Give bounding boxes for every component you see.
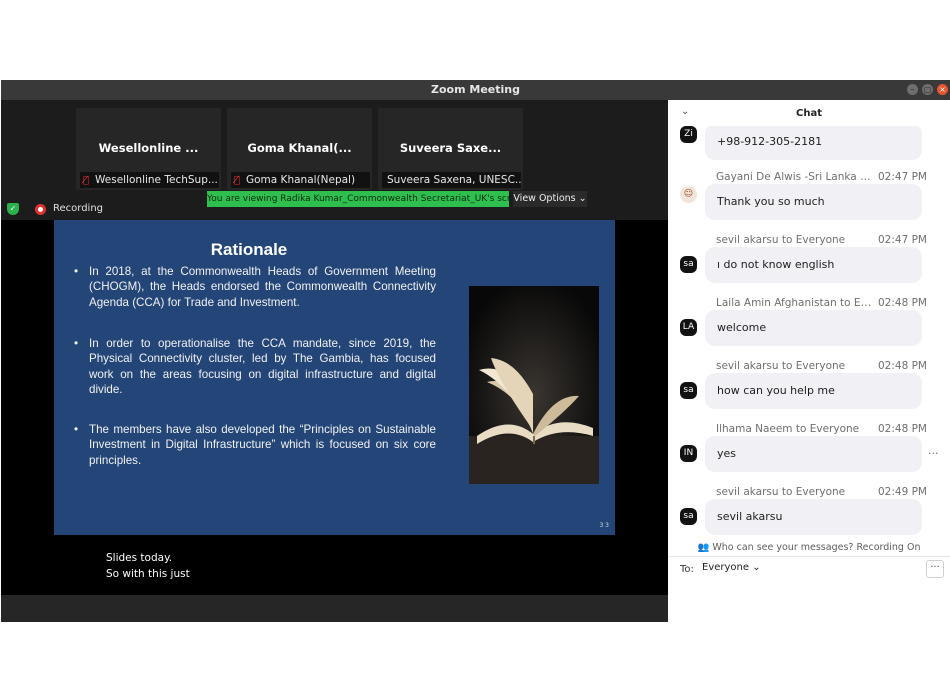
close-button[interactable]: × — [937, 84, 948, 95]
avatar: sa — [680, 508, 697, 525]
avatar: sa — [680, 382, 697, 399]
bullet-icon: • — [74, 423, 79, 436]
chevron-down-icon: ⌄ — [578, 193, 587, 204]
chat-time: 02:47 PM — [878, 171, 927, 183]
participant-name: Goma Khanal(... — [247, 141, 352, 155]
participant-label-text: Wesellonline TechSup... — [95, 174, 218, 186]
avatar: LA — [680, 319, 697, 336]
chat-time: 02:47 PM — [878, 234, 927, 246]
view-options-button[interactable]: View Options ⌄ — [513, 191, 587, 207]
participant-label: 🎙̸ Goma Khanal(Nepal) — [231, 172, 370, 188]
chat-time: 02:48 PM — [878, 297, 927, 309]
chevron-down-icon: ⌄ — [752, 562, 761, 573]
chat-time: 02:48 PM — [878, 423, 927, 435]
chat-message-text: yes — [705, 436, 922, 472]
participant-label: 🎙̸ Wesellonline TechSup... — [80, 172, 219, 188]
participant-label-text: Goma Khanal(Nepal) — [246, 174, 356, 186]
minimize-button[interactable]: – — [907, 84, 918, 95]
bullet-icon: • — [74, 265, 79, 278]
meeting-toolbar — [1, 595, 668, 622]
slide-bullet-text: In 2018, at the Commonwealth Heads of Go… — [89, 265, 436, 309]
chat-sender: Ilhama Naeem to Everyone — [716, 423, 860, 435]
recipient-bar: To: Everyone ⌄ ··· — [668, 556, 950, 582]
chat-title: Chat — [796, 108, 822, 119]
chat-panel: ⌄ Chat Zi +98-912-305-2181 Gayani De Alw… — [668, 100, 950, 622]
meeting-area: Wesellonline ... 🎙̸ Wesellonline TechSup.… — [1, 100, 668, 622]
avatar: IN — [680, 445, 697, 462]
avatar: Zi — [680, 126, 697, 143]
slide-bullet: • The members have also developed the “P… — [74, 422, 436, 468]
live-caption: So with this just — [106, 568, 190, 580]
chat-message-text: sevil akarsu — [705, 499, 922, 535]
participant-name: Wesellonline ... — [98, 141, 199, 155]
avatar: sa — [680, 256, 697, 273]
to-label: To: — [680, 564, 694, 575]
chat-sender: sevil akarsu to Everyone — [716, 486, 846, 498]
more-options-button[interactable]: ··· — [926, 560, 944, 578]
participant-label: Suveera Saxena, UNESC... — [382, 172, 521, 188]
participant-name: Suveera Saxe... — [399, 141, 502, 155]
slide-bullet-text: The members have also developed the “Pri… — [89, 423, 436, 467]
chat-message-text: welcome — [705, 310, 922, 346]
window-title: Zoom Meeting — [431, 83, 520, 96]
participant-strip: Wesellonline ... 🎙̸ Wesellonline TechSup.… — [1, 100, 668, 220]
more-options-icon[interactable]: ··· — [928, 447, 939, 460]
mic-muted-icon: 🎙̸ — [82, 175, 89, 186]
slide-bullet: • In 2018, at the Commonwealth Heads of … — [74, 264, 436, 310]
recording-label: Recording — [53, 203, 104, 214]
avatar-photo-icon: ☺ — [680, 186, 697, 203]
live-caption: Slides today. — [106, 552, 173, 564]
chat-message-list[interactable]: Zi +98-912-305-2181 Gayani De Alwis -Sri… — [668, 126, 950, 542]
privacy-note-text: Who can see your messages? Recording On — [712, 542, 921, 553]
participant-tile[interactable]: Suveera Saxe... Suveera Saxena, UNESC... — [378, 108, 523, 190]
presentation-slide: Rationale • In 2018, at the Commonwealth… — [54, 220, 615, 535]
chat-sender: Gayani De Alwis -Sri Lanka t... — [716, 171, 874, 183]
people-icon: 👥 — [697, 542, 710, 553]
chat-sender: sevil akarsu to Everyone — [716, 360, 846, 372]
zoom-window: Zoom Meeting – ▢ × Wesellonline ... 🎙̸ We… — [1, 80, 950, 622]
chat-message-text: ı do not know english — [705, 247, 922, 283]
chat-time: 02:49 PM — [878, 486, 927, 498]
chat-message-text: +98-912-305-2181 — [705, 126, 922, 160]
chat-time: 02:48 PM — [878, 360, 927, 372]
maximize-button[interactable]: ▢ — [922, 84, 933, 95]
slide-bullet: • In order to operationalise the CCA man… — [74, 336, 436, 397]
recipient-dropdown[interactable]: Everyone ⌄ — [698, 560, 765, 576]
chat-header: ⌄ Chat — [668, 100, 950, 126]
recording-icon — [35, 204, 46, 215]
viewing-banner: You are viewing Radika Kumar_Commonwealt… — [207, 191, 509, 207]
slide-page-number: 3 3 — [599, 522, 609, 529]
open-book-image — [469, 286, 599, 484]
participant-tile[interactable]: Goma Khanal(... 🎙̸ Goma Khanal(Nepal) — [227, 108, 372, 190]
participant-tile[interactable]: Wesellonline ... 🎙̸ Wesellonline TechSup.… — [76, 108, 221, 190]
recipient-value: Everyone — [702, 562, 750, 573]
title-bar: Zoom Meeting – ▢ × — [1, 80, 950, 100]
bullet-icon: • — [74, 337, 79, 350]
chat-sender: Laila Amin Afghanistan to Ev... — [716, 297, 874, 309]
privacy-note[interactable]: 👥 Who can see your messages? Recording O… — [668, 542, 950, 556]
view-options-label: View Options — [513, 193, 576, 204]
shared-screen: Rationale • In 2018, at the Commonwealth… — [1, 220, 668, 595]
chat-message-text: how can you help me — [705, 373, 922, 409]
slide-bullet-text: In order to operationalise the CCA manda… — [89, 337, 436, 396]
mic-muted-icon: 🎙̸ — [233, 175, 240, 186]
chat-message-text: Thank you so much — [705, 184, 922, 220]
chat-sender: sevil akarsu to Everyone — [716, 234, 846, 246]
encryption-shield-icon[interactable]: ✓ — [7, 203, 19, 215]
slide-title: Rationale — [210, 240, 288, 259]
